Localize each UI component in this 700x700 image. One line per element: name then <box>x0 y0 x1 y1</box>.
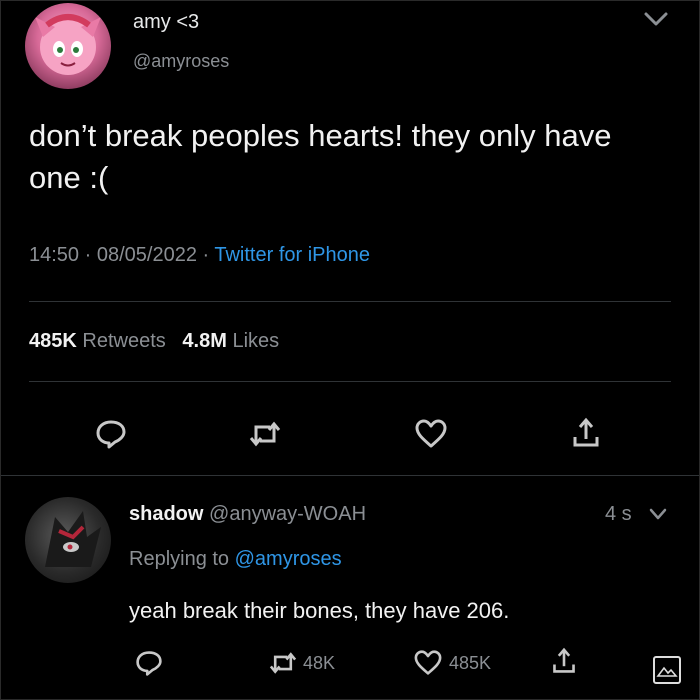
image-badge-icon <box>653 656 681 684</box>
retweet-icon[interactable] <box>268 650 298 676</box>
separator-dot: · <box>202 244 215 266</box>
tweet-text: don’t break peoples hearts! they only ha… <box>29 118 612 195</box>
tweet-meta: 14:50 · 08/05/2022 · Twitter for iPhone <box>29 244 370 267</box>
replying-to: Replying to @amyroses <box>129 548 342 571</box>
retweets-label[interactable]: Retweets <box>82 330 165 352</box>
tweet-time: 14:50 <box>29 244 80 266</box>
reply-handle[interactable]: @anyway-WOAH <box>209 503 366 525</box>
tweet-stats: 485K Retweets 4.8M Likes <box>29 330 279 353</box>
reply-text: yeah break their bones, they have 206. <box>129 598 510 623</box>
tweet-source-link[interactable]: Twitter for iPhone <box>214 244 370 266</box>
divider <box>29 301 671 302</box>
tweet-screenshot: amy <3 @amyroses don’t break peoples hea… <box>0 0 700 700</box>
heart-icon[interactable] <box>413 650 443 676</box>
reply-icon[interactable] <box>95 419 127 449</box>
share-icon[interactable] <box>571 417 601 449</box>
reply-header: shadow @anyway-WOAH <box>129 503 366 526</box>
replying-label: Replying to <box>129 548 230 570</box>
separator-dot: · <box>84 244 97 266</box>
display-name[interactable]: amy <3 <box>133 11 199 34</box>
shadow-avatar-icon <box>45 511 101 567</box>
likes-count[interactable]: 4.8M <box>182 330 226 352</box>
retweets-count[interactable]: 485K <box>29 330 77 352</box>
avatar[interactable] <box>25 3 111 89</box>
likes-label[interactable]: Likes <box>232 330 279 352</box>
amy-avatar-icon <box>35 14 101 75</box>
share-icon[interactable] <box>551 647 577 675</box>
chevron-down-icon[interactable] <box>643 9 669 29</box>
tweet-date: 08/05/2022 <box>96 244 197 266</box>
user-handle[interactable]: @amyroses <box>133 51 229 72</box>
reply-display-name[interactable]: shadow <box>129 503 203 525</box>
mention-link[interactable]: @amyroses <box>235 548 342 570</box>
reply-retweet-count[interactable]: 48K <box>303 653 335 674</box>
reply-icon[interactable] <box>135 649 163 677</box>
reply-timestamp: 4 s <box>605 503 632 525</box>
reply-like-count[interactable]: 485K <box>449 653 491 674</box>
retweet-icon[interactable] <box>248 419 282 449</box>
divider <box>1 475 699 476</box>
reply-avatar[interactable] <box>25 497 111 583</box>
divider <box>29 381 671 382</box>
heart-icon[interactable] <box>414 419 448 449</box>
chevron-down-icon[interactable] <box>648 506 668 522</box>
